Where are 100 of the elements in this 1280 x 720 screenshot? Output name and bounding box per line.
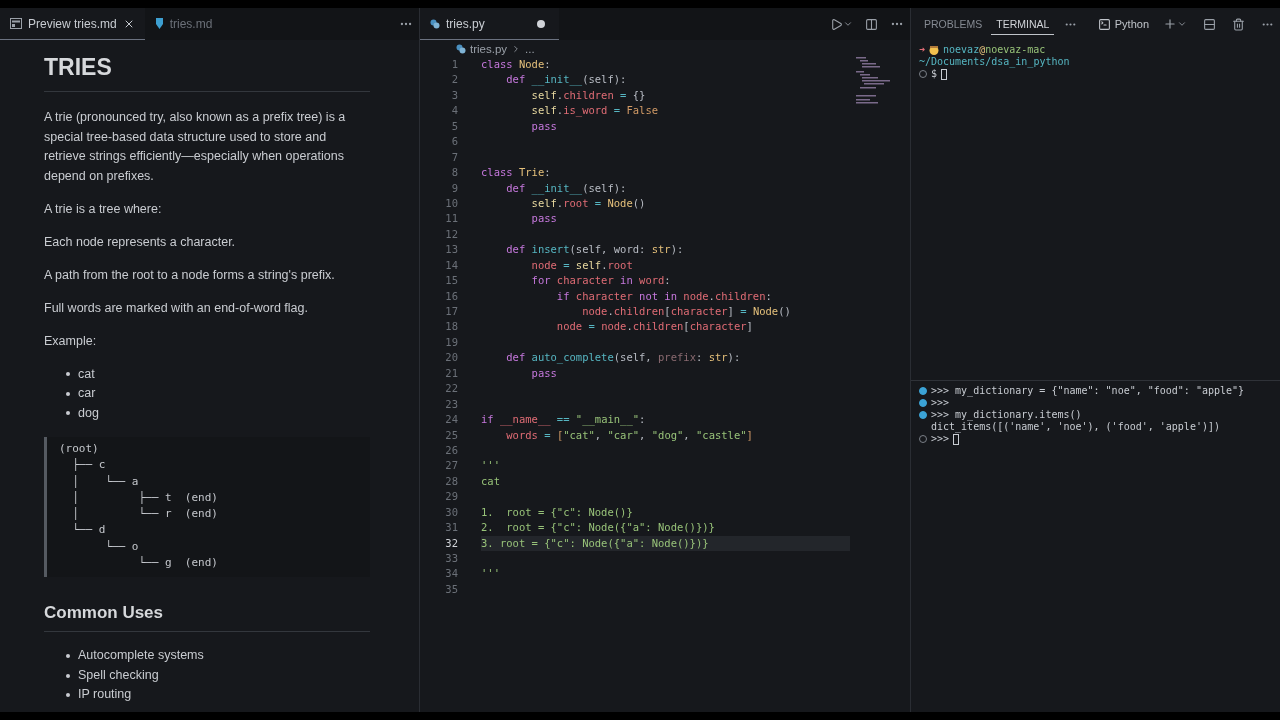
preview-heading: Common Uses bbox=[44, 603, 370, 633]
terminal-line: >>> bbox=[931, 397, 950, 409]
code-block-line: └── d bbox=[71, 522, 107, 539]
bullet-icon bbox=[66, 372, 70, 377]
line-number: 10 bbox=[444, 195, 458, 211]
line-number: 29 bbox=[444, 489, 458, 505]
line-number: 33 bbox=[444, 551, 458, 566]
line-number: 30 bbox=[444, 504, 458, 520]
preview-heading: TRIES bbox=[44, 54, 370, 92]
code-block-line: └── g (end) bbox=[137, 555, 219, 572]
bullet-icon bbox=[66, 391, 70, 396]
caret-icon[interactable] bbox=[843, 19, 853, 29]
emoji-icon bbox=[929, 45, 940, 55]
line-number: 5 bbox=[450, 118, 458, 134]
add-icon[interactable] bbox=[1163, 17, 1177, 31]
line-number: 27 bbox=[444, 458, 458, 474]
list-item: IP routing bbox=[78, 686, 132, 704]
code-line: node.children[character] = Node() bbox=[581, 304, 792, 319]
python-icon bbox=[456, 43, 466, 54]
bullet-icon bbox=[66, 673, 70, 678]
line-number: 21 bbox=[444, 365, 458, 381]
code-line: def __init__(self): bbox=[505, 180, 628, 196]
editor-tab[interactable]: Preview tries.md bbox=[0, 8, 145, 40]
code-block-line: └── o bbox=[104, 538, 140, 555]
line-number: 4 bbox=[450, 103, 458, 119]
code-line: def auto_complete(self, prefix: str): bbox=[505, 350, 742, 366]
status-dot-icon bbox=[919, 387, 927, 395]
line-number: 35 bbox=[444, 581, 458, 597]
code-line: class Trie: bbox=[481, 165, 552, 181]
breadcrumb-item[interactable]: tries.py bbox=[470, 42, 508, 55]
terminal-line: >>> my_dictionary.items() bbox=[931, 409, 1082, 421]
line-number: 9 bbox=[450, 180, 458, 196]
code-line: cat bbox=[481, 473, 501, 489]
code-line: pass bbox=[530, 365, 558, 381]
preview-paragraph: A trie (pronounced try, also known as a prefix tree) is a special tree-based data structure used to store and retrieve strings efficiently—especially when operations depend on prefixes. bbox=[44, 109, 347, 185]
line-number: 6 bbox=[450, 134, 458, 150]
code-block-line: │ ├── t (end) bbox=[71, 489, 219, 506]
code-line: pass bbox=[530, 211, 558, 227]
code-line: for character in word: bbox=[530, 273, 672, 289]
line-number: 25 bbox=[444, 427, 458, 443]
run-icon[interactable] bbox=[830, 17, 843, 31]
list-item: cat bbox=[78, 365, 95, 383]
list-item: Spell checking bbox=[78, 666, 159, 684]
bullet-icon bbox=[66, 693, 70, 698]
line-number: 20 bbox=[444, 350, 458, 366]
code-line: pass bbox=[530, 118, 558, 134]
code-line: node = self.root bbox=[530, 257, 634, 273]
python-icon bbox=[430, 18, 440, 29]
editor-tab[interactable]: tries.md bbox=[144, 8, 223, 40]
split-terminal-icon[interactable] bbox=[1203, 17, 1216, 31]
list-item: dog bbox=[78, 404, 99, 422]
line-number: 32 bbox=[444, 535, 458, 551]
line-number: 22 bbox=[444, 381, 458, 397]
terminal-icon bbox=[1097, 17, 1111, 31]
line-number: 11 bbox=[444, 211, 458, 227]
breadcrumb-item[interactable]: ... bbox=[525, 42, 535, 55]
line-number: 2 bbox=[450, 72, 458, 88]
line-number: 31 bbox=[444, 520, 458, 536]
code-line: 2. root = {"c": Node({"a": Node()})} bbox=[481, 520, 716, 536]
split-editor-icon[interactable] bbox=[865, 17, 878, 31]
trash-icon[interactable] bbox=[1232, 17, 1245, 31]
terminal-path: ~/Documents/dsa_in_python bbox=[919, 56, 1070, 68]
panel-tab[interactable]: PROBLEMS bbox=[919, 13, 988, 35]
line-number: 8 bbox=[450, 165, 458, 181]
code-line: 1. root = {"c": Node()} bbox=[481, 504, 634, 520]
code-line: self.root = Node() bbox=[530, 195, 647, 211]
list-item: Autocomplete systems bbox=[78, 647, 204, 665]
line-number: 24 bbox=[444, 412, 458, 428]
editor-tab[interactable]: tries.py bbox=[420, 8, 559, 40]
markdown-icon bbox=[154, 18, 164, 29]
terminal-line: >>> my_dictionary = {"name": "noe", "food": "apple"} bbox=[931, 385, 1245, 397]
terminal-user-host: noevaz@noevaz-mac bbox=[943, 44, 1046, 56]
code-block-line: ├── c bbox=[71, 457, 107, 474]
preview-paragraph: Each node represents a character. bbox=[44, 233, 237, 251]
code-line: ''' bbox=[481, 458, 501, 474]
minimap-drawing bbox=[856, 57, 892, 105]
line-number: 12 bbox=[444, 226, 458, 242]
terminal-prompt: $ bbox=[931, 68, 938, 80]
line-number: 3 bbox=[450, 87, 458, 103]
line-number: 26 bbox=[444, 442, 458, 458]
panel-tab[interactable]: TERMINAL bbox=[991, 13, 1055, 35]
code-line: class Node: bbox=[481, 57, 552, 72]
preview-paragraph: Example: bbox=[44, 332, 98, 350]
line-number: 18 bbox=[444, 319, 458, 335]
terminal-selector[interactable]: Python bbox=[1093, 17, 1153, 31]
line-number: 19 bbox=[444, 334, 458, 350]
status-dot-icon bbox=[919, 411, 927, 419]
code-line: ''' bbox=[481, 566, 501, 582]
code-line: self.is_word = False bbox=[530, 103, 660, 119]
code-line: words = ["cat", "car", "dog", "castle"] bbox=[505, 427, 754, 443]
code-block-line: │ └── a bbox=[71, 473, 140, 490]
code-line: node = node.children[character] bbox=[555, 319, 754, 335]
code-block-line: (root) bbox=[59, 441, 100, 457]
prompt-arrow: ➜ bbox=[919, 44, 926, 56]
line-number: 34 bbox=[444, 566, 458, 582]
status-dot-icon bbox=[919, 399, 927, 407]
line-number: 15 bbox=[444, 273, 458, 289]
code-line: def insert(self, word: str): bbox=[505, 242, 685, 258]
terminal-line: dict_items([('name', 'noe'), ('food', 'apple')]) bbox=[931, 421, 1220, 433]
caret-icon[interactable] bbox=[1177, 19, 1187, 29]
